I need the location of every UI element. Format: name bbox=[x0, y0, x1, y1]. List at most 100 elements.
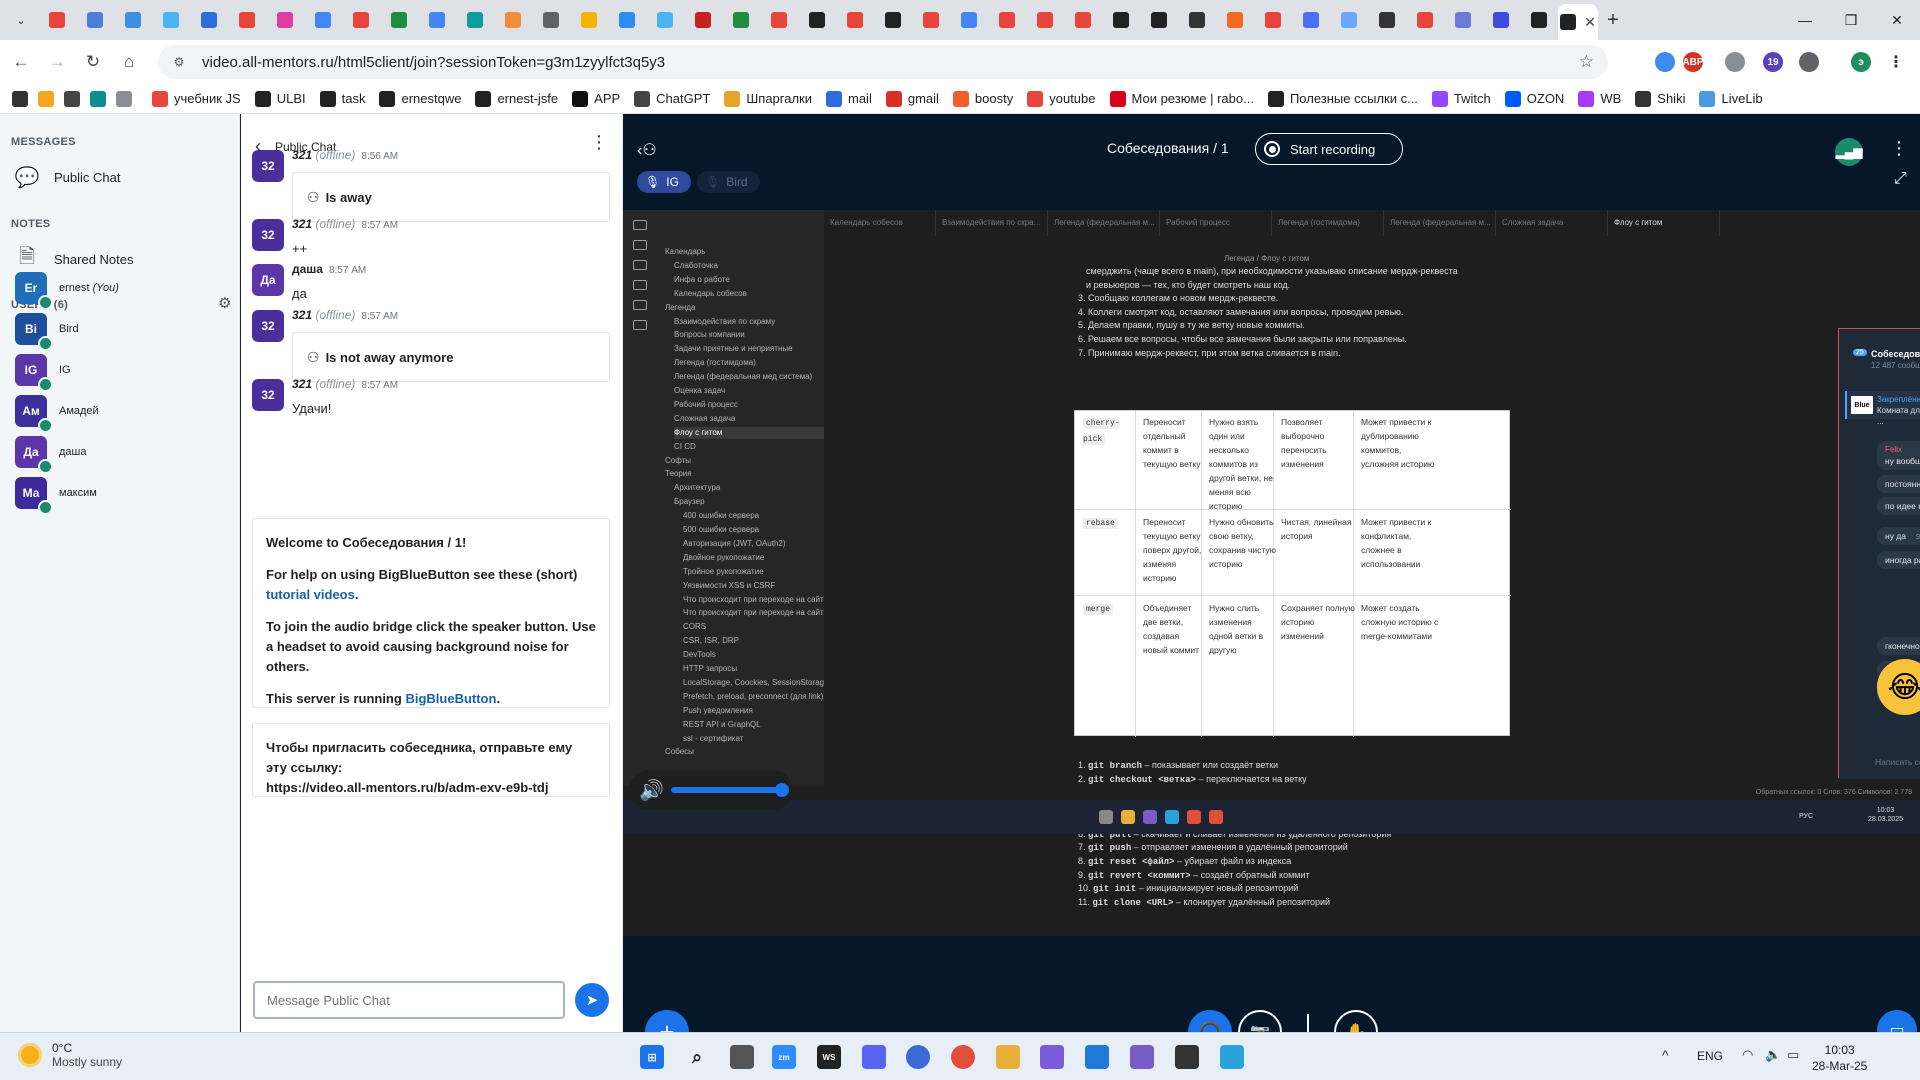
bookmark-item[interactable]: Полезные ссылки с... bbox=[1267, 90, 1418, 107]
tree-item[interactable]: LocalStorage, Coockies, SessionStorage, … bbox=[683, 677, 843, 689]
browser-tab[interactable] bbox=[1292, 4, 1330, 36]
tree-item[interactable]: Задачи приятные и неприятные bbox=[674, 343, 834, 355]
browser-tab[interactable] bbox=[950, 4, 988, 36]
discord-icon[interactable] bbox=[862, 1045, 886, 1069]
bookmark-item[interactable]: LiveLib bbox=[1699, 90, 1763, 107]
weather-widget[interactable]: 0°C Mostly sunny bbox=[18, 1041, 122, 1069]
toggle-userlist-icon[interactable]: ‹⚇ bbox=[637, 140, 657, 160]
browser-tab[interactable] bbox=[1444, 4, 1482, 36]
tree-item[interactable]: Теория bbox=[665, 468, 825, 480]
document-tab[interactable]: Взаимодействия по скра... bbox=[936, 210, 1048, 236]
tree-item[interactable]: ssl - сертификат bbox=[683, 733, 843, 745]
reload-button[interactable]: ↻ bbox=[78, 47, 108, 77]
user-item[interactable]: Ма максим bbox=[15, 476, 97, 515]
bookmark-item[interactable]: Twitch bbox=[1431, 90, 1491, 107]
browser-menu-icon[interactable]: ⋮ bbox=[1886, 52, 1906, 72]
shared-notes-link[interactable]: 🗎 Shared Notes bbox=[14, 246, 134, 272]
volume-slider-handle[interactable] bbox=[775, 783, 789, 797]
browser-tab[interactable] bbox=[494, 4, 532, 36]
browser-tab[interactable] bbox=[38, 4, 76, 36]
bookmark-item[interactable]: ernest-jsfe bbox=[475, 90, 558, 107]
tree-item[interactable]: Рабочий процесс bbox=[674, 399, 834, 411]
notifications-icon[interactable]: 19 bbox=[1763, 52, 1783, 72]
browser-tab[interactable] bbox=[532, 4, 570, 36]
bookmark-item[interactable]: ernestqwe bbox=[379, 90, 461, 107]
browser-tab[interactable] bbox=[570, 4, 608, 36]
browser-tab[interactable] bbox=[1216, 4, 1254, 36]
language-indicator[interactable]: ENG bbox=[1697, 1049, 1723, 1063]
bookmark-item[interactable]: boosty bbox=[952, 90, 1013, 107]
browser-tab[interactable] bbox=[836, 4, 874, 36]
browser-tab[interactable] bbox=[912, 4, 950, 36]
tutorial-link[interactable]: tutorial videos bbox=[266, 587, 355, 602]
bookmark-app-icon[interactable] bbox=[90, 90, 106, 107]
talker-bird[interactable]: 🎙 Bird bbox=[697, 171, 760, 193]
bookmark-item[interactable]: учебник JS bbox=[152, 90, 241, 107]
tree-item[interactable]: Календарь bbox=[665, 246, 825, 258]
browser-tab[interactable] bbox=[190, 4, 228, 36]
document-tab[interactable]: Рабочий процесс bbox=[1160, 210, 1272, 236]
browser-tab[interactable] bbox=[988, 4, 1026, 36]
tree-item[interactable]: Вопросы компании bbox=[674, 329, 834, 341]
browser-tab[interactable] bbox=[266, 4, 304, 36]
settings-gear-icon[interactable]: ⚙ bbox=[218, 294, 231, 312]
connection-status-icon[interactable]: ▂▄▆ bbox=[1835, 138, 1863, 166]
bookmark-star-icon[interactable]: ☆ bbox=[1579, 52, 1594, 72]
tree-item[interactable]: Что происходит при переходе на сайт bbox=[683, 594, 843, 606]
bookmark-item[interactable]: OZON bbox=[1504, 90, 1564, 107]
tree-item[interactable]: Тройное рукопожатие bbox=[683, 566, 843, 578]
extension-icon[interactable] bbox=[1655, 52, 1675, 72]
tree-item[interactable]: Слаботочка bbox=[674, 260, 834, 272]
fullscreen-icon[interactable]: ⤢ bbox=[1894, 170, 1907, 188]
tree-item[interactable]: Инфа о работе bbox=[674, 274, 834, 286]
document-tab[interactable]: Легенда (федеральная м... bbox=[1384, 210, 1496, 236]
close-tab-icon[interactable]: ✕ bbox=[1584, 14, 1596, 31]
address-bar[interactable]: ⚙ video.all-mentors.ru/html5client/join?… bbox=[158, 45, 1608, 79]
webstorm-icon[interactable]: WS bbox=[817, 1045, 841, 1069]
extensions-puzzle-icon[interactable] bbox=[1799, 52, 1819, 72]
minimize-button[interactable]: — bbox=[1782, 0, 1828, 40]
tree-item[interactable]: Что происходит при переходе на сайт ... bbox=[683, 607, 843, 619]
tree-item[interactable]: Календарь собесов bbox=[674, 288, 834, 300]
app-icon[interactable] bbox=[1175, 1045, 1199, 1069]
telegram-input[interactable]: Написать сообщение... bbox=[1839, 747, 1920, 779]
tree-item[interactable]: 400 ошибки сервера bbox=[683, 510, 843, 522]
tree-item[interactable]: Браузер bbox=[674, 496, 834, 508]
browser-tab[interactable] bbox=[1330, 4, 1368, 36]
browser-tab[interactable] bbox=[228, 4, 266, 36]
bookmark-item[interactable]: Мои резюме | rabo... bbox=[1109, 90, 1254, 107]
search-icon[interactable]: ⌕ bbox=[685, 1045, 709, 1069]
browser-tab[interactable] bbox=[874, 4, 912, 36]
bookmark-item[interactable]: youtube bbox=[1027, 90, 1096, 107]
tree-item[interactable]: Легенда (гостимдома) bbox=[674, 357, 834, 369]
user-item[interactable]: Ам Амадей bbox=[15, 394, 99, 433]
browser-tab[interactable] bbox=[1482, 4, 1520, 36]
chat-options-icon[interactable]: ⋮ bbox=[590, 132, 608, 153]
tree-item[interactable]: Флоу с гитом bbox=[674, 426, 834, 439]
document-tab[interactable]: Флоу с гитом bbox=[1608, 210, 1720, 236]
browser-tab[interactable] bbox=[76, 4, 114, 36]
zoom-icon[interactable]: zm bbox=[772, 1045, 796, 1069]
browser-tab[interactable] bbox=[722, 4, 760, 36]
talker-ig[interactable]: 🎙 IG bbox=[637, 171, 691, 193]
chat-message-input[interactable] bbox=[253, 981, 565, 1019]
back-button[interactable]: ← bbox=[6, 47, 36, 77]
obsidian-icon[interactable] bbox=[1130, 1045, 1154, 1069]
tree-item[interactable]: Легенда bbox=[665, 302, 825, 314]
telegram-icon[interactable] bbox=[1220, 1045, 1244, 1069]
browser-tab[interactable] bbox=[1026, 4, 1064, 36]
start-icon[interactable]: ⊞ bbox=[640, 1045, 664, 1069]
tab-search-button[interactable]: ⌄ bbox=[4, 6, 38, 34]
bigbluebutton-link[interactable]: BigBlueButton bbox=[405, 691, 496, 706]
browser-tab[interactable] bbox=[456, 4, 494, 36]
browser-tab[interactable] bbox=[114, 4, 152, 36]
browser-tab[interactable] bbox=[1520, 4, 1558, 36]
browser-tab[interactable] bbox=[1102, 4, 1140, 36]
invite-url[interactable]: https://video.all-mentors.ru/b/adm-exv-e… bbox=[266, 778, 596, 798]
browser-tab[interactable] bbox=[1254, 4, 1292, 36]
user-item[interactable]: Bi Bird bbox=[15, 312, 79, 351]
public-chat-link[interactable]: 💬 Public Chat bbox=[14, 164, 121, 190]
browser-tab[interactable] bbox=[1406, 4, 1444, 36]
tree-item[interactable]: Оценка задач bbox=[674, 385, 834, 397]
bookmark-item[interactable]: mail bbox=[826, 90, 872, 107]
